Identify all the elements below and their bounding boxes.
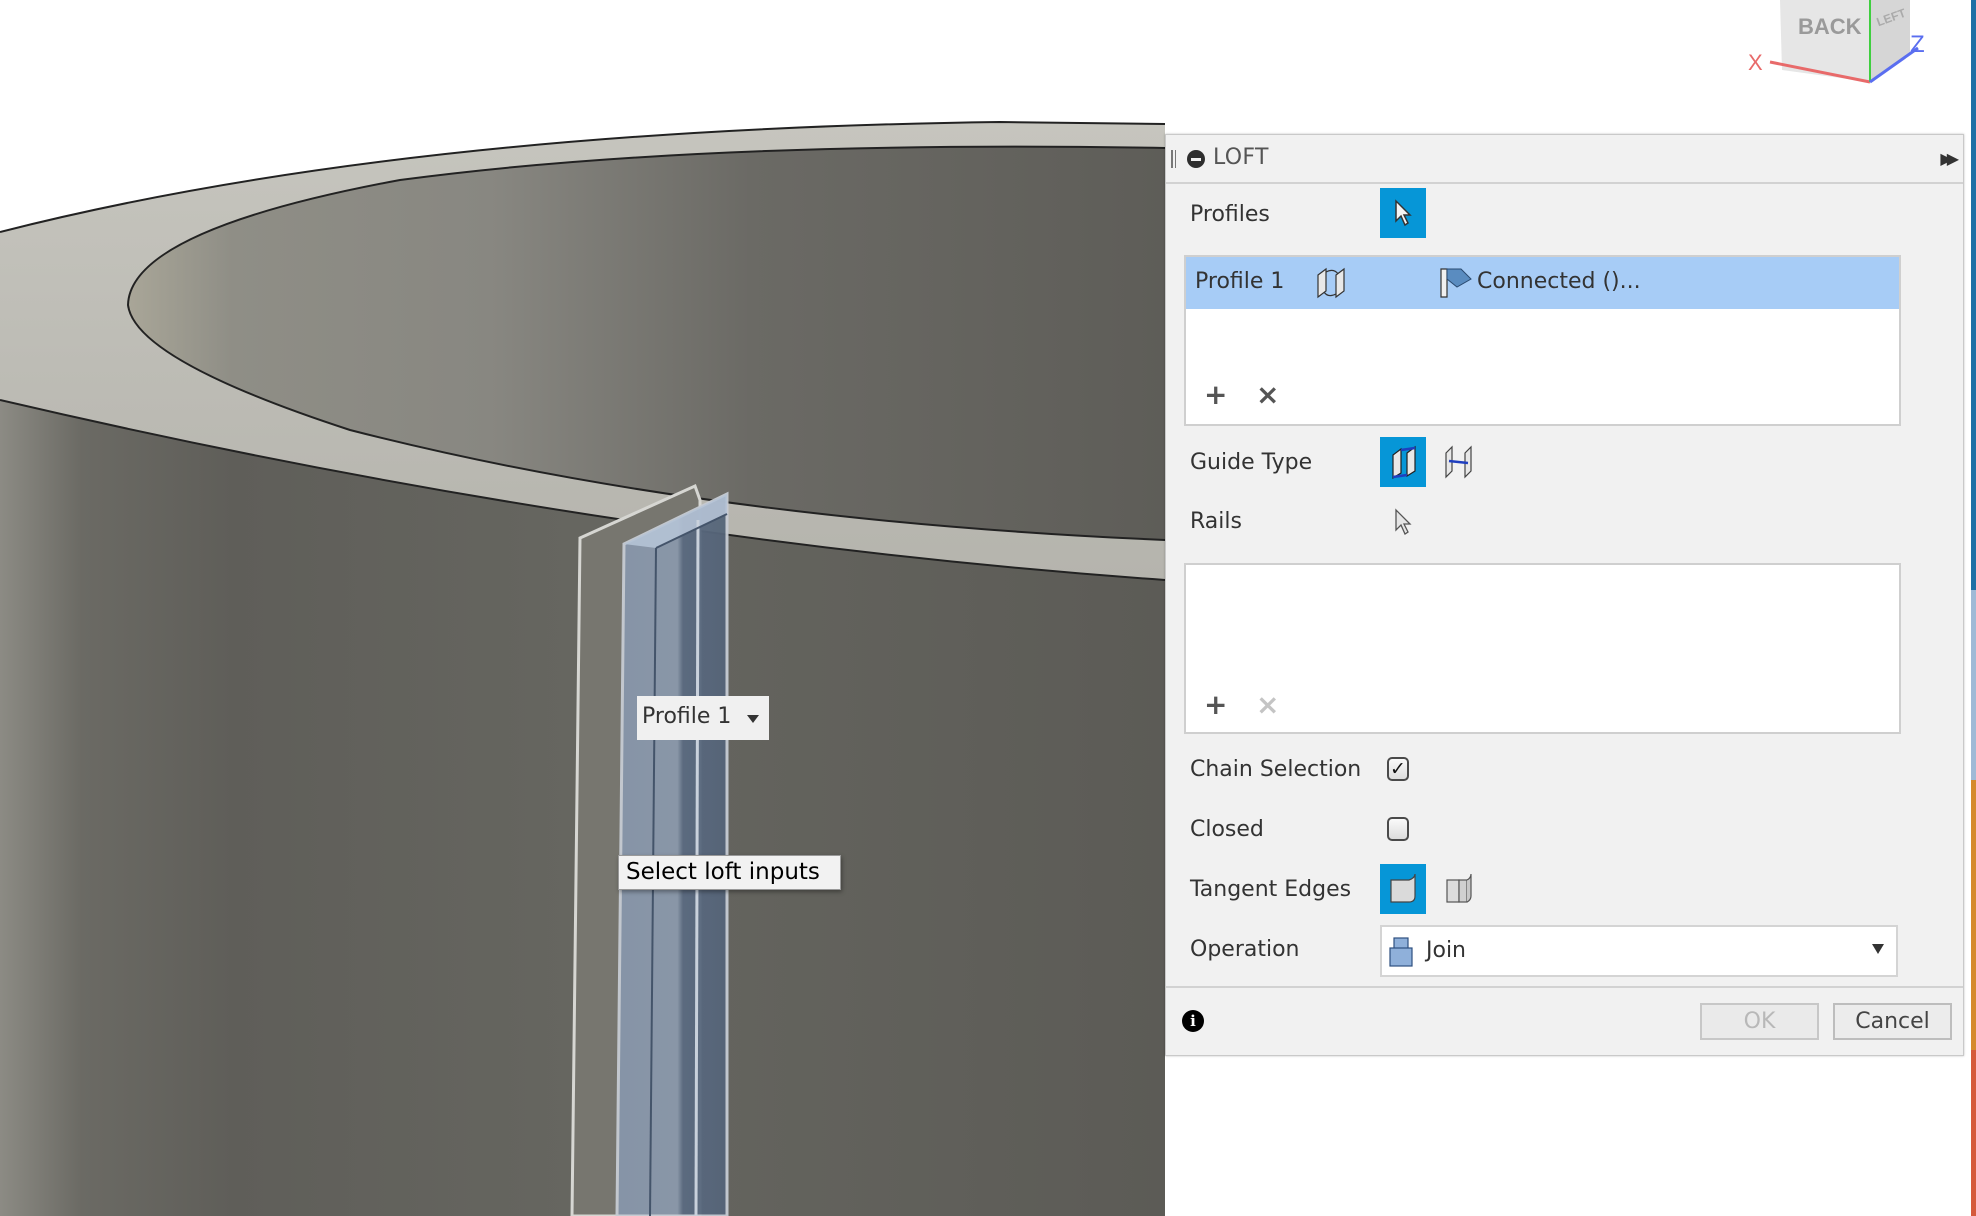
view-cube-back-label: BACK	[1798, 14, 1862, 39]
strip-segment	[1971, 590, 1976, 780]
tangent-merge-icon	[1390, 873, 1416, 903]
minus-circle-icon[interactable]	[1187, 150, 1205, 168]
tangent-edges-merge-button[interactable]	[1380, 864, 1426, 914]
remove-profile-button[interactable]: ×	[1256, 381, 1279, 409]
profile-name: Profile 1	[1195, 269, 1285, 294]
x-axis-label: X	[1748, 50, 1763, 75]
view-cube-back-face[interactable]	[1780, 0, 1870, 82]
guide-type-label: Guide Type	[1190, 450, 1313, 475]
cursor-arrow-icon	[1395, 508, 1412, 535]
profile-condition: Connected ()...	[1477, 269, 1641, 294]
ok-button: OK	[1700, 1003, 1819, 1040]
prompt-tooltip: Select loft inputs	[618, 855, 841, 890]
profiles-select-button[interactable]	[1380, 188, 1426, 238]
add-rail-button[interactable]: +	[1204, 691, 1227, 719]
closed-label: Closed	[1190, 817, 1264, 842]
join-icon	[1389, 937, 1413, 967]
dialog-title: LOFT	[1213, 145, 1269, 170]
guide-centerline-icon	[1445, 445, 1472, 479]
info-icon[interactable]: i	[1182, 1010, 1204, 1032]
profile-tag-dropdown[interactable]: Profile 1	[637, 696, 769, 740]
guide-rails-icon	[1392, 445, 1416, 479]
chevron-down-icon	[1872, 944, 1884, 954]
side-color-strip	[1971, 0, 1976, 1216]
rails-list[interactable]: + ×	[1184, 563, 1901, 734]
strip-segment	[1971, 780, 1976, 1050]
add-profile-button[interactable]: +	[1204, 381, 1227, 409]
operation-label: Operation	[1190, 937, 1300, 962]
operation-value: Join	[1426, 938, 1467, 963]
profiles-label: Profiles	[1190, 202, 1270, 227]
dialog-footer: i OK Cancel	[1166, 986, 1963, 1057]
tangent-keep-icon	[1446, 873, 1472, 903]
guide-type-centerline-button[interactable]	[1436, 437, 1482, 487]
view-cube[interactable]: BACK LEFT X Z	[1740, 0, 1940, 95]
double-chevron-right-icon[interactable]: ▶▶	[1940, 149, 1958, 168]
loft-dialog: LOFT ▶▶ Profiles Profile 1 Connected ().…	[1165, 134, 1964, 1056]
strip-segment	[1971, 0, 1976, 590]
cursor-arrow-icon	[1395, 199, 1412, 227]
drag-handle-icon[interactable]	[1171, 150, 1176, 168]
tangent-edges-keep-button[interactable]	[1436, 864, 1482, 914]
tooltip-text: Select loft inputs	[626, 859, 820, 885]
z-axis-label: Z	[1910, 31, 1925, 58]
guide-type-rails-button[interactable]	[1380, 437, 1426, 487]
rails-label: Rails	[1190, 509, 1242, 534]
dialog-header[interactable]: LOFT ▶▶	[1166, 135, 1963, 184]
chevron-down-icon	[747, 715, 759, 723]
strip-segment	[1971, 1050, 1976, 1216]
tangent-edges-label: Tangent Edges	[1190, 877, 1352, 902]
rails-select-button[interactable]	[1380, 497, 1426, 547]
cancel-button[interactable]: Cancel	[1833, 1003, 1952, 1040]
profiles-list[interactable]: Profile 1 Connected ()... + ×	[1184, 255, 1901, 426]
profile-tag-label: Profile 1	[642, 704, 732, 729]
remove-rail-button: ×	[1256, 688, 1280, 721]
closed-checkbox[interactable]	[1387, 817, 1409, 841]
chain-selection-label: Chain Selection	[1190, 757, 1362, 782]
flip-direction-icon[interactable]	[1314, 267, 1348, 299]
chain-selection-checkbox[interactable]: ✓	[1387, 757, 1409, 781]
connected-flag-icon[interactable]	[1439, 267, 1473, 299]
operation-dropdown[interactable]: Join	[1380, 925, 1898, 977]
profile-list-item[interactable]: Profile 1 Connected ()...	[1186, 257, 1899, 309]
